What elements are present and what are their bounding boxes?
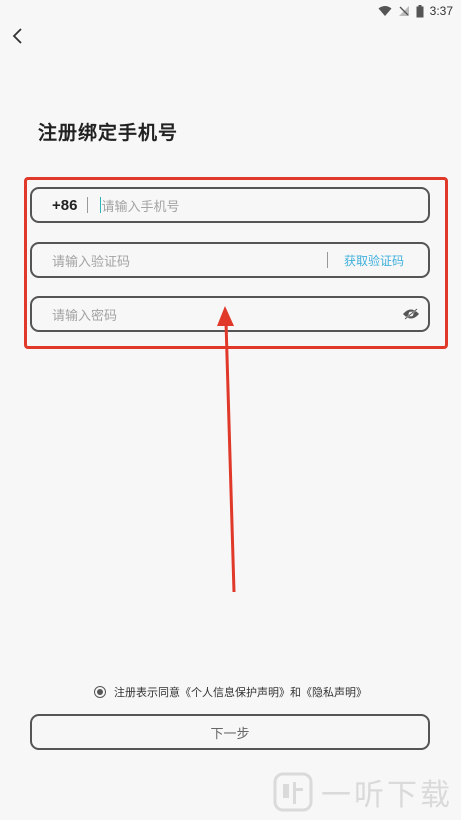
status-time: 3:37	[429, 4, 453, 18]
field-divider	[326, 252, 328, 268]
eye-off-icon	[403, 308, 419, 320]
phone-input[interactable]: 请输入手机号	[101, 196, 179, 215]
toggle-password-visibility[interactable]	[402, 308, 420, 320]
battery-icon	[416, 4, 424, 17]
get-code-group: 获取验证码	[326, 252, 428, 269]
page-title: 注册绑定手机号	[38, 122, 179, 144]
signal-icon	[398, 6, 409, 16]
radio-checked-icon[interactable]	[94, 686, 106, 698]
get-code-button[interactable]: 获取验证码	[344, 252, 404, 269]
phone-field[interactable]: +86 请输入手机号	[30, 187, 430, 223]
country-code[interactable]: +86	[52, 197, 87, 214]
back-icon	[12, 28, 22, 44]
agreement-row: 注册表示同意《个人信息保护声明》和《隐私声明》	[0, 684, 461, 700]
watermark-text: 一听下载	[321, 778, 453, 813]
watermark-logo-icon	[273, 772, 313, 812]
next-button[interactable]: 下一步	[30, 714, 430, 750]
verification-code-input[interactable]: 请输入验证码	[52, 251, 130, 270]
verification-code-field[interactable]: 请输入验证码 获取验证码	[30, 242, 430, 278]
password-field[interactable]: 请输入密码	[30, 296, 430, 332]
status-bar: 3:37	[0, 0, 461, 22]
field-divider	[87, 197, 89, 213]
agreement-text[interactable]: 注册表示同意《个人信息保护声明》和《隐私声明》	[114, 684, 367, 700]
password-input[interactable]: 请输入密码	[52, 305, 117, 324]
wifi-icon	[378, 6, 392, 16]
back-button[interactable]	[6, 24, 30, 48]
watermark: 一听下载	[273, 770, 453, 814]
